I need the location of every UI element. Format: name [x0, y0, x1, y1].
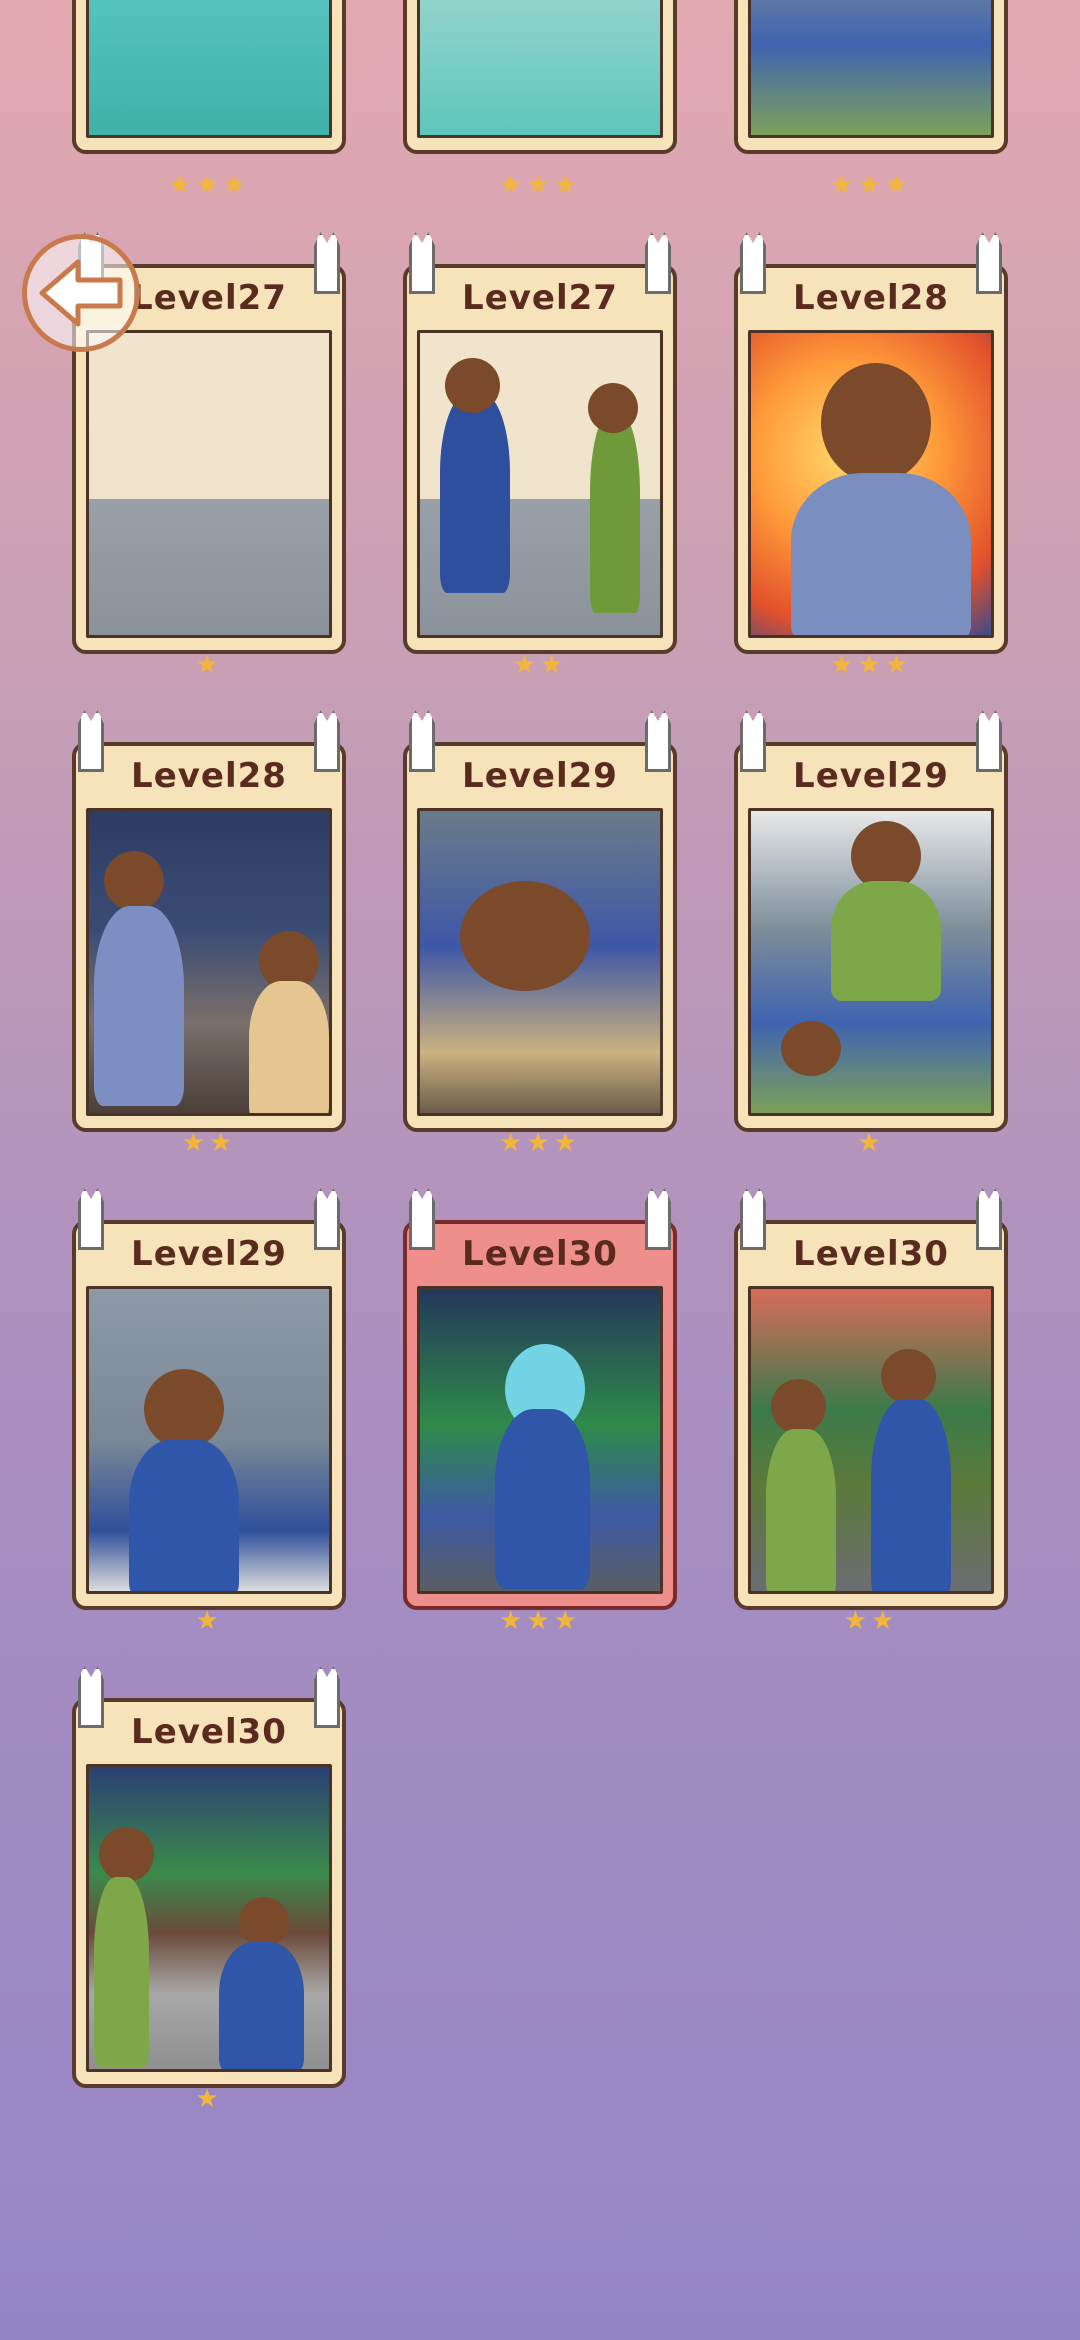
back-arrow-icon [39, 259, 123, 327]
level-label: Level27 [462, 278, 618, 318]
level-thumbnail [86, 330, 332, 638]
level-card[interactable]: Level30 [72, 1666, 346, 2088]
level-card-partial-1[interactable] [72, 0, 346, 154]
level-card-selected[interactable]: Level30 [403, 1188, 677, 1610]
level-thumbnail [417, 0, 663, 138]
level-thumbnail [748, 0, 994, 138]
level-card[interactable]: Level29 [734, 710, 1008, 1132]
star-rating: ★★ [181, 1128, 237, 1158]
level-card[interactable]: Level28 [734, 232, 1008, 654]
level-card-partial-2[interactable] [403, 0, 677, 154]
star-rating: ★★★ [830, 650, 912, 680]
level-thumbnail [417, 330, 663, 638]
level-card[interactable]: Level30 [734, 1188, 1008, 1610]
level-thumbnail [86, 1286, 332, 1594]
level-label: Level30 [131, 1712, 287, 1752]
star-rating: ★★★ [499, 1128, 581, 1158]
star-rating: ★★ [843, 1606, 899, 1636]
level-label: Level30 [462, 1234, 618, 1274]
level-thumbnail [748, 1286, 994, 1594]
level-thumbnail [748, 808, 994, 1116]
level-card[interactable]: Level29 [403, 710, 677, 1132]
level-thumbnail [748, 330, 994, 638]
star-rating: ★ [195, 2084, 223, 2114]
level-card[interactable]: Level27 [403, 232, 677, 654]
level-thumbnail [86, 808, 332, 1116]
star-rating: ★★ [512, 650, 568, 680]
back-button[interactable] [22, 234, 140, 352]
level-label: Level28 [131, 756, 287, 796]
star-rating: ★★★ [830, 170, 912, 200]
star-rating: ★ [857, 1128, 885, 1158]
star-rating: ★★★ [499, 1606, 581, 1636]
star-rating: ★ [195, 650, 223, 680]
level-label: Level29 [462, 756, 618, 796]
level-label: Level29 [793, 756, 949, 796]
star-rating: ★★★ [168, 170, 250, 200]
level-thumbnail [417, 1286, 663, 1594]
level-card[interactable]: Level29 [72, 1188, 346, 1610]
level-card[interactable]: Level28 [72, 710, 346, 1132]
level-thumbnail [86, 0, 332, 138]
level-grid: ★★★ ★★★ ★★★ Level27 ★ Level27 ★★ Level28 [0, 0, 1080, 2340]
star-rating: ★★★ [499, 170, 581, 200]
level-label: Level29 [131, 1234, 287, 1274]
star-rating: ★ [195, 1606, 223, 1636]
level-label: Level30 [793, 1234, 949, 1274]
level-thumbnail [86, 1764, 332, 2072]
level-thumbnail [417, 808, 663, 1116]
level-card-partial-3[interactable] [734, 0, 1008, 154]
level-label: Level28 [793, 278, 949, 318]
